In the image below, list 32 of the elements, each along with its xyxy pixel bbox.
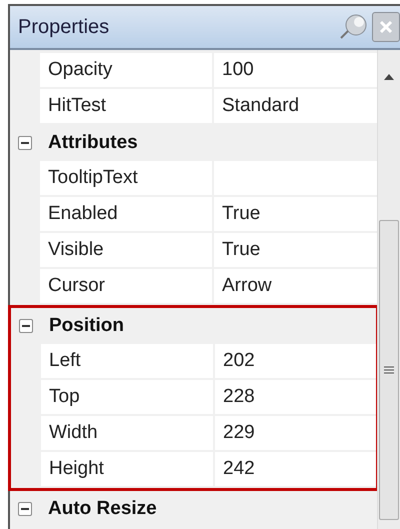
group-heading: Auto Resize xyxy=(47,496,157,521)
property-name: Cursor xyxy=(40,269,214,305)
property-name: TooltipText xyxy=(40,161,214,197)
property-value[interactable]: Arrow xyxy=(214,269,377,305)
property-name: Visible xyxy=(40,233,214,269)
property-value[interactable]: Standard xyxy=(214,89,377,125)
property-value[interactable]: 242 xyxy=(215,452,376,488)
property-value[interactable]: 229 xyxy=(215,416,376,452)
property-value[interactable]: True xyxy=(214,233,377,269)
scrollbar[interactable] xyxy=(377,50,400,529)
group-heading: Attributes xyxy=(47,130,138,155)
property-name: Enabled xyxy=(40,197,214,233)
grip-icon xyxy=(384,366,394,374)
close-icon xyxy=(379,20,393,34)
collapse-toggle[interactable] xyxy=(18,502,32,516)
group-heading: Position xyxy=(48,314,124,338)
property-name: HitTest xyxy=(40,89,214,125)
property-name: Width xyxy=(41,416,215,452)
property-value[interactable]: 228 xyxy=(215,380,376,416)
property-name: Height xyxy=(41,452,215,488)
property-value[interactable]: 202 xyxy=(215,344,376,380)
window-title: Properties xyxy=(18,15,110,40)
collapse-toggle[interactable] xyxy=(18,136,32,150)
scroll-up-icon[interactable] xyxy=(384,74,394,80)
property-name: Opacity xyxy=(40,53,214,89)
close-button[interactable] xyxy=(372,12,400,42)
property-value[interactable]: True xyxy=(214,197,377,233)
collapse-toggle[interactable] xyxy=(19,319,33,333)
scroll-thumb[interactable] xyxy=(379,220,399,520)
property-value[interactable]: 100 xyxy=(214,53,377,89)
property-name: Top xyxy=(41,380,215,416)
property-name: Left xyxy=(41,344,215,380)
